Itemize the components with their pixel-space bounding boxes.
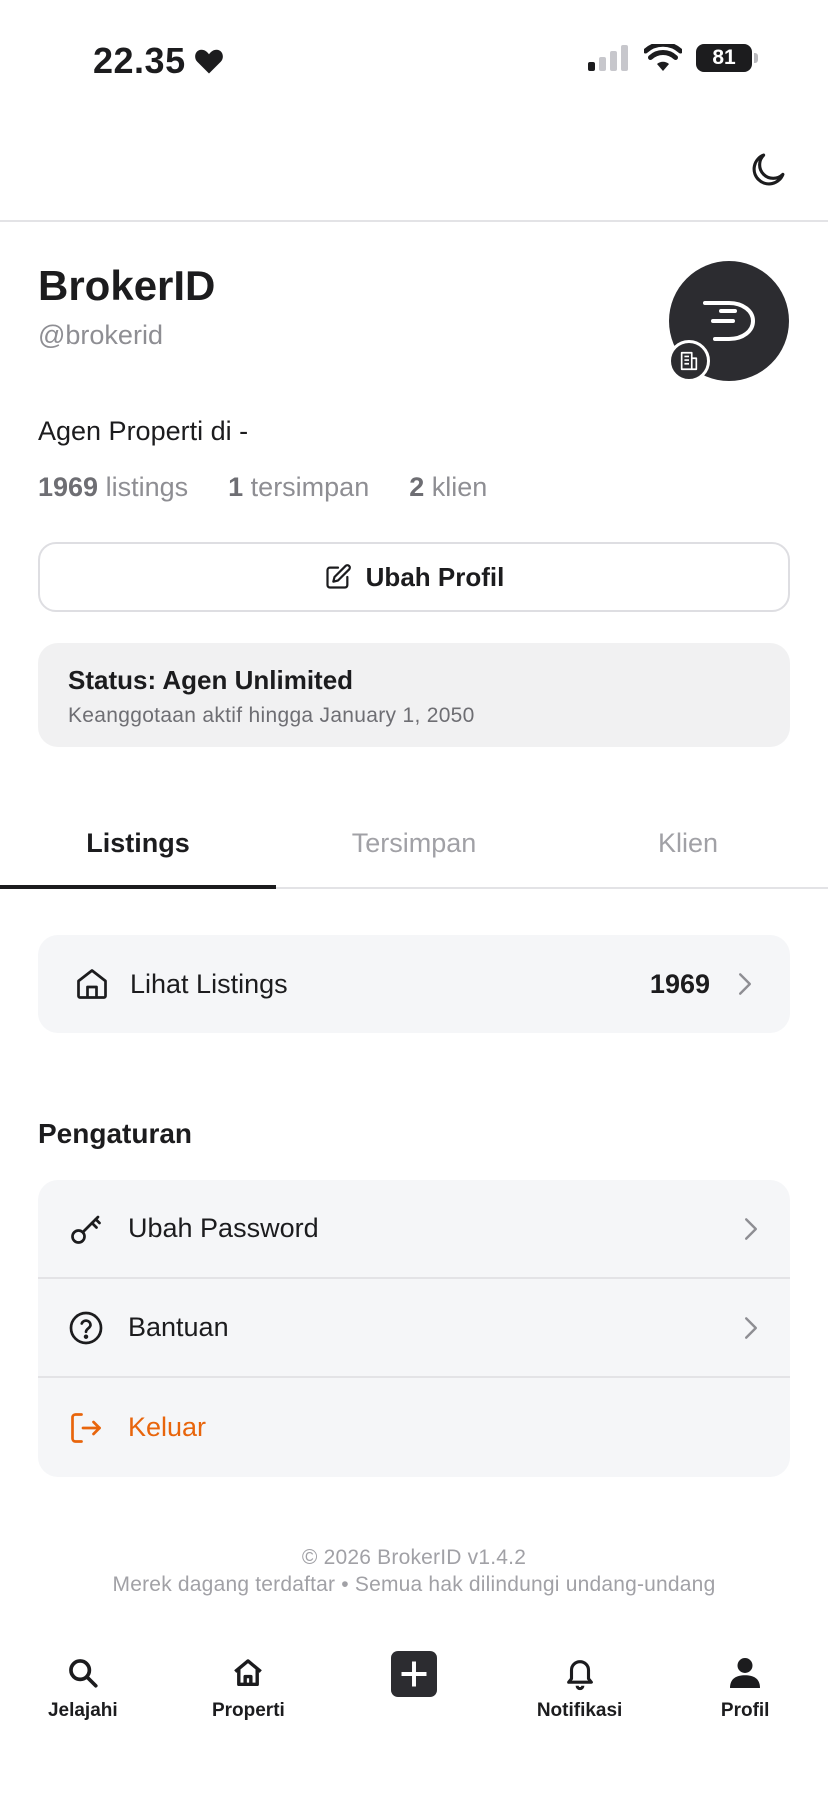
membership-title: Status: Agen Unlimited bbox=[68, 665, 354, 695]
settings-label-password: Ubah Password bbox=[128, 1213, 319, 1243]
status-bar: 22.35 81 bbox=[0, 0, 828, 120]
search-icon bbox=[68, 1659, 98, 1688]
bottom-nav: Jelajahi Properti Notifikasi Profil bbox=[0, 1640, 828, 1740]
clock-text: 22.35 bbox=[93, 40, 186, 81]
settings-label-logout: Keluar bbox=[128, 1412, 207, 1442]
tab-listings[interactable]: Listings bbox=[0, 800, 276, 889]
battery-indicator: 81 bbox=[696, 44, 758, 72]
help-circle-icon bbox=[69, 1311, 103, 1344]
status-time: 22.35 bbox=[93, 40, 224, 82]
nav-properties-label: Properti bbox=[211, 1700, 285, 1721]
view-listings-row[interactable]: Lihat Listings 1969 bbox=[38, 935, 790, 1033]
battery-level: 81 bbox=[712, 46, 736, 69]
dark-mode-toggle[interactable] bbox=[742, 144, 794, 196]
chevron-right-icon bbox=[744, 1217, 757, 1240]
footer-copyright: © 2026 BrokerID v1.4.2 bbox=[301, 1546, 527, 1569]
edit-icon bbox=[326, 564, 351, 589]
agency-badge bbox=[668, 340, 710, 382]
membership-subtitle: Keanggotaan aktif hingga January 1, 2050 bbox=[68, 704, 475, 727]
profile-name: BrokerID bbox=[38, 262, 216, 309]
chevron-right-icon bbox=[744, 1316, 757, 1339]
building-icon bbox=[680, 351, 698, 371]
stat-listings: 1969 listings bbox=[38, 472, 189, 502]
moon-icon bbox=[752, 153, 785, 186]
nav-properties[interactable]: Properti bbox=[166, 1640, 332, 1740]
cellular-signal-icon bbox=[588, 45, 628, 71]
wifi-icon bbox=[644, 44, 682, 71]
edit-profile-button[interactable]: Ubah Profil bbox=[38, 542, 790, 612]
nav-notifications-label: Notifikasi bbox=[536, 1700, 623, 1721]
footer-trademark: Merek dagang terdaftar • Semua hak dilin… bbox=[112, 1573, 716, 1596]
nav-explore-label: Jelajahi bbox=[47, 1700, 118, 1721]
nav-profile-label: Profil bbox=[720, 1700, 770, 1721]
user-icon bbox=[730, 1658, 761, 1688]
stat-saved: 1 tersimpan bbox=[228, 472, 370, 502]
edit-profile-label: Ubah Profil bbox=[365, 561, 505, 592]
plus-icon bbox=[401, 1661, 427, 1687]
view-listings-label: Lihat Listings bbox=[130, 968, 288, 999]
settings-item-change-password[interactable]: Ubah Password bbox=[38, 1180, 790, 1279]
settings-item-help[interactable]: Bantuan bbox=[38, 1279, 790, 1378]
top-header bbox=[0, 120, 828, 222]
membership-status-card: Status: Agen Unlimited Keanggotaan aktif… bbox=[38, 643, 790, 747]
settings-item-logout[interactable]: Keluar bbox=[38, 1378, 790, 1477]
settings-title: Pengaturan bbox=[38, 1118, 193, 1149]
nav-profile[interactable]: Profil bbox=[662, 1640, 828, 1740]
home-icon bbox=[234, 1659, 263, 1687]
nav-add[interactable] bbox=[331, 1640, 497, 1740]
tab-clients[interactable]: Klien bbox=[552, 800, 828, 887]
app-footer: © 2026 BrokerID v1.4.2 Merek dagang terd… bbox=[0, 1544, 828, 1598]
brand-logo-icon bbox=[703, 301, 755, 341]
heart-icon bbox=[194, 49, 223, 74]
tab-saved[interactable]: Tersimpan bbox=[276, 800, 552, 887]
settings-label-help: Bantuan bbox=[128, 1312, 229, 1342]
home-outline-icon bbox=[77, 969, 107, 999]
settings-list: Ubah Password Bantuan Keluar bbox=[38, 1180, 790, 1477]
logout-icon bbox=[71, 1412, 101, 1443]
add-listing-button[interactable] bbox=[390, 1651, 437, 1697]
profile-stats: 1969 listings 1 tersimpan 2 klien bbox=[38, 472, 487, 503]
nav-explore[interactable]: Jelajahi bbox=[0, 1640, 166, 1740]
nav-notifications[interactable]: Notifikasi bbox=[497, 1640, 663, 1740]
bell-icon bbox=[566, 1660, 593, 1691]
profile-bio: Agen Properti di - bbox=[38, 416, 249, 446]
status-indicators: 81 bbox=[588, 44, 758, 72]
stat-clients: 2 klien bbox=[409, 472, 488, 502]
listings-count: 1969 bbox=[649, 968, 710, 999]
chevron-right-icon bbox=[738, 973, 751, 995]
key-icon bbox=[71, 1215, 101, 1244]
profile-tabs: Listings Tersimpan Klien bbox=[0, 800, 828, 889]
profile-handle: @brokerid bbox=[38, 320, 163, 350]
